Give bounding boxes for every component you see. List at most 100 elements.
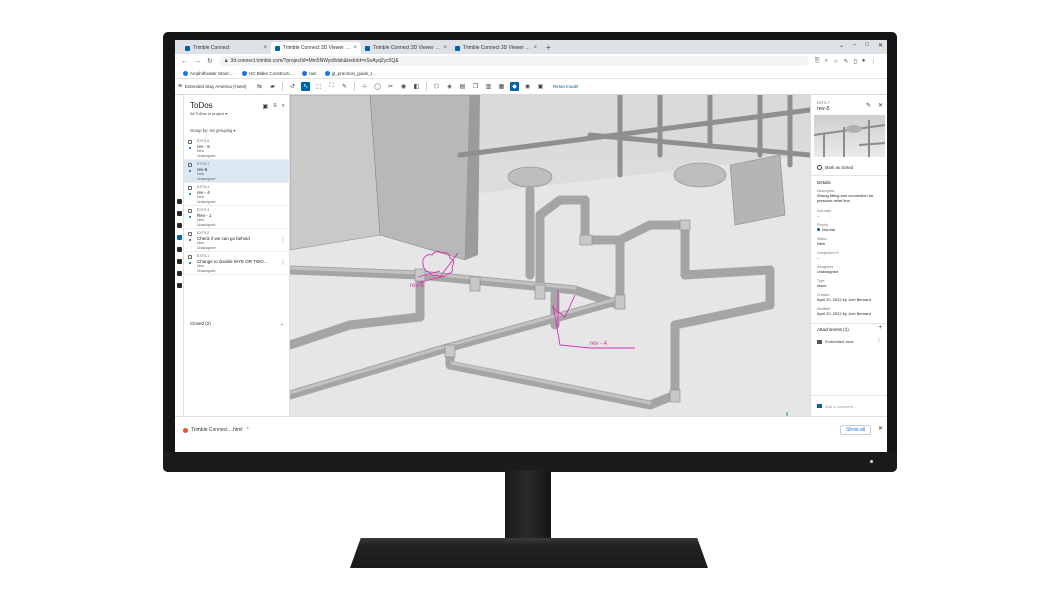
kebab-icon[interactable]: ⋮ [876,337,882,344]
todo-item[interactable]: EXTS-4 rev - 4 New Unassigned [184,183,290,206]
chevron-up-icon[interactable]: ⌃ [246,427,250,433]
todo-item[interactable]: EXTS-6 rev - 5 New Unassigned [184,137,290,160]
reload-icon[interactable]: ↻ [207,57,213,65]
show-all-button[interactable]: Show all [840,425,871,435]
browser-tab[interactable]: Trimble Connect 3D Viewer - M… × [361,42,451,54]
add-attachment-icon[interactable]: + [878,325,882,331]
close-icon[interactable]: × [443,45,447,51]
maximize-icon[interactable]: □ [865,42,869,49]
clipboard-icon[interactable]: ▤ [458,82,467,91]
todo-item[interactable]: EXTS-3 Rev - 1 New Unassigned [184,206,290,229]
checkbox[interactable] [188,163,192,167]
project-name[interactable]: Extended Stay America (Hotel) [185,84,253,89]
zoom-icon[interactable]: ⌕ [825,58,828,65]
todo-item-selected[interactable]: EXTS-7 rev-5 New Unassigned [184,160,290,183]
close-icon[interactable]: × [353,45,357,51]
cube-icon[interactable]: ⬡ [432,82,441,91]
checkbox[interactable] [188,209,192,213]
copy-icon[interactable]: ❐ [471,82,480,91]
kebab-icon[interactable]: ⋮ [870,58,876,65]
type-value[interactable]: Issue [817,283,885,288]
link-icon[interactable] [177,223,182,228]
closed-section-toggle[interactable]: Closed (2) ⌄ [190,321,284,327]
minimize-icon[interactable]: – [853,42,856,49]
measure-icon[interactable]: ⊹ [360,82,369,91]
star-icon[interactable]: ☆ [833,58,838,65]
priority-value[interactable]: Normal [817,227,885,232]
checkbox[interactable] [188,140,192,144]
clip-icon[interactable]: ◧ [412,82,421,91]
sidebar-icon[interactable]: ▯ [853,58,856,65]
share-icon[interactable]: ⎘ [815,58,820,65]
url-field[interactable]: 🔒︎ 3d.connect.trimble.com/?projectId=Mm5N… [218,56,809,66]
checkbox[interactable] [188,232,192,236]
help-icon[interactable] [177,283,182,288]
markup-label-rev-5[interactable]: rev-5 [410,283,424,289]
close-icon[interactable]: × [533,45,537,51]
sort-icon[interactable]: ≡ [273,103,277,110]
attachment-item[interactable]: Embedded view [817,339,853,344]
eye-icon[interactable]: ◉ [523,82,532,91]
browser-tab[interactable]: Trimble Connect × [181,42,271,54]
back-icon[interactable]: ← [181,58,188,65]
kebab-icon[interactable]: ⋮ [280,259,286,266]
camera-icon[interactable]: ◉ [399,82,408,91]
browser-tab[interactable]: Trimble Connect 3D Viewer - M… × [451,42,541,54]
description-value[interactable]: Wrong fitting and connection for pressur… [817,193,885,203]
chevron-down-icon[interactable]: ⌄ [839,42,844,49]
search-icon[interactable]: ⌕ [282,103,285,110]
mark-as-closed-button[interactable]: Mark as closed [817,165,853,170]
edit-icon[interactable]: ✎ [866,102,871,109]
layers-icon[interactable] [177,211,182,216]
layers-icon[interactable]: ◈ [445,82,454,91]
camera-icon[interactable] [177,259,182,264]
shape-icon[interactable]: ◯ [373,82,382,91]
hamburger-menu-icon[interactable]: ≡ [175,83,185,90]
group-by-select[interactable]: Group by: No grouping ▾ [190,128,236,133]
info-icon[interactable] [177,199,182,204]
view-thumbnail[interactable] [814,115,885,157]
close-icon[interactable]: ✕ [878,425,883,432]
assignees-value[interactable]: Unassigned [817,269,885,274]
comment-input[interactable]: Add a comment... [811,395,887,416]
extensions-icon[interactable]: ✎ [843,58,848,65]
models-icon[interactable]: ⇆ [255,82,264,91]
todo-item[interactable]: EXTS-2 Check if we can go behind New Una… [184,229,290,252]
3d-viewport[interactable]: rev-5 rev - 4 [290,95,810,416]
browser-tab-active[interactable]: Trimble Connect 3D Viewer - Ext…× [271,42,361,54]
download-item[interactable]: Trimble Connect....html ⌃ [183,427,250,433]
grid-icon[interactable]: ▦ [497,82,506,91]
filter-icon[interactable]: ▥ [484,82,493,91]
fit-view-icon[interactable]: ⛶ [327,82,336,91]
todo-filter[interactable]: All ToDos in project ▾ [190,111,227,116]
bookmark[interactable]: rain [302,70,317,76]
checkbox[interactable] [188,186,192,190]
markup-icon[interactable]: ✎ [340,82,349,91]
orbit-icon[interactable]: ↺ [288,82,297,91]
close-window-icon[interactable]: ✕ [878,42,883,49]
checkbox[interactable] [188,255,192,259]
due-date-value[interactable]: -- [817,213,885,218]
box-select-icon[interactable]: ⬚ [314,82,323,91]
new-tab-button[interactable]: + [541,42,556,54]
bookmark[interactable]: HC Blake Constructi… [242,70,294,76]
forward-icon[interactable]: → [194,58,201,65]
reset-model-button[interactable]: Reset model [553,84,578,89]
section-cut-icon[interactable]: ✂ [386,82,395,91]
close-icon[interactable]: × [263,45,267,51]
add-todo-icon[interactable]: ▣ [262,103,268,110]
markup-label-rev-4[interactable]: rev - 4 [590,341,608,347]
bookmark[interactable]: Amphitheater Stairc… [183,70,234,76]
bookmark[interactable]: gt_practical_guide_t… [324,70,376,76]
todo-icon[interactable] [177,235,182,240]
todo-item[interactable]: EXTS-1 Change to double WYE OR TWO… New … [184,252,290,275]
profile-icon[interactable]: ● [862,58,866,65]
close-icon[interactable]: ✕ [878,102,883,109]
status-value[interactable]: New [817,241,885,246]
shield-icon[interactable]: ◆ [510,82,519,91]
kebab-icon[interactable]: ⋮ [280,236,286,243]
save-icon[interactable]: ▣ [536,82,545,91]
select-pointer-icon[interactable]: ↖ [301,82,310,91]
completion-value[interactable]: -- [817,255,885,260]
grid-icon[interactable] [177,271,182,276]
